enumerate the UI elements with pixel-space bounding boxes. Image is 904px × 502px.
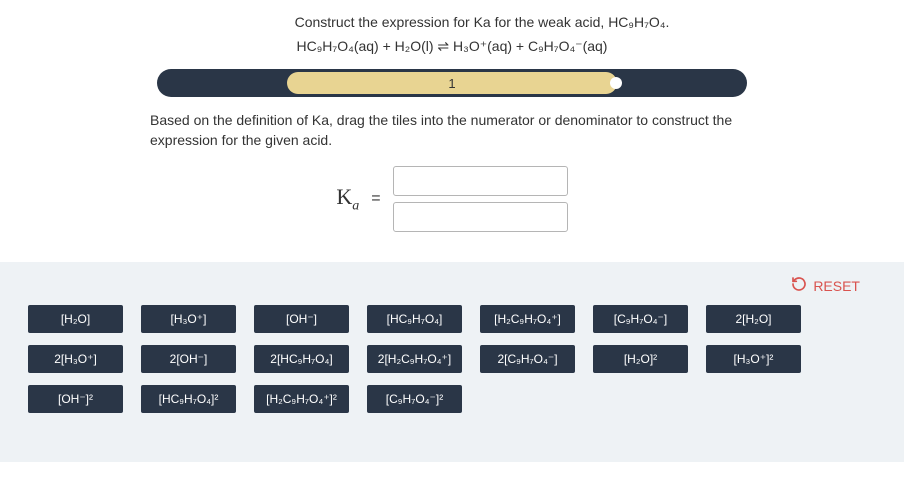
tile-c9h7o4-sq[interactable]: [C₉H₇O₄⁻]² <box>367 385 462 413</box>
prompt-title: Construct the expression for Ka for the … <box>30 14 874 30</box>
reset-button[interactable]: RESET <box>791 276 876 295</box>
ka-symbol: Ka <box>336 184 359 214</box>
progress-track[interactable]: 1 <box>157 69 747 97</box>
tile-2oh[interactable]: 2[OH⁻] <box>141 345 236 373</box>
tile-c9h7o4[interactable]: [C₉H₇O₄⁻] <box>593 305 688 333</box>
fraction-container <box>393 166 568 232</box>
tiles-container: [H₂O] [H₃O⁺] [OH⁻] [HC₉H₇O₄] [H₂C₉H₇O₄⁺]… <box>28 305 876 413</box>
instructions-text: Based on the definition of Ka, drag the … <box>150 111 754 150</box>
tile-h2c9h7o4[interactable]: [H₂C₉H₇O₄⁺] <box>480 305 575 333</box>
denominator-dropzone[interactable] <box>393 202 568 232</box>
equals-sign: = <box>371 190 380 208</box>
tile-h2c9h7o4-sq[interactable]: [H₂C₉H₇O₄⁺]² <box>254 385 349 413</box>
tile-2c9h7o4[interactable]: 2[C₉H₇O₄⁻] <box>480 345 575 373</box>
chemical-equation: HC₉H₇O₄(aq) + H₂O(l) ⇌ H₃O⁺(aq) + C₉H₇O₄… <box>30 38 874 55</box>
tile-2h3o[interactable]: 2[H₃O⁺] <box>28 345 123 373</box>
tile-2h2c9h7o4[interactable]: 2[H₂C₉H₇O₄⁺] <box>367 345 462 373</box>
tile-2h2o[interactable]: 2[H₂O] <box>706 305 801 333</box>
tile-hc9h7o4[interactable]: [HC₉H₇O₄] <box>367 305 462 333</box>
tile-oh[interactable]: [OH⁻] <box>254 305 349 333</box>
tile-h2o[interactable]: [H₂O] <box>28 305 123 333</box>
tile-h3o-sq[interactable]: [H₃O⁺]² <box>706 345 801 373</box>
numerator-dropzone[interactable] <box>393 166 568 196</box>
tile-2hc9h7o4[interactable]: 2[HC₉H₇O₄] <box>254 345 349 373</box>
expression-row: Ka = <box>30 166 874 232</box>
tile-bank: RESET [H₂O] [H₃O⁺] [OH⁻] [HC₉H₇O₄] [H₂C₉… <box>0 262 904 462</box>
reset-icon <box>791 276 807 295</box>
progress-label: 1 <box>448 76 455 91</box>
progress-knob[interactable] <box>610 77 622 89</box>
progress-fill: 1 <box>287 72 617 94</box>
tile-h2o-sq[interactable]: [H₂O]² <box>593 345 688 373</box>
reset-label: RESET <box>813 278 860 294</box>
progress-bar-container: 1 <box>30 69 874 97</box>
tile-oh-sq[interactable]: [OH⁻]² <box>28 385 123 413</box>
tile-h3o[interactable]: [H₃O⁺] <box>141 305 236 333</box>
tile-hc9h7o4-sq[interactable]: [HC₉H₇O₄]² <box>141 385 236 413</box>
